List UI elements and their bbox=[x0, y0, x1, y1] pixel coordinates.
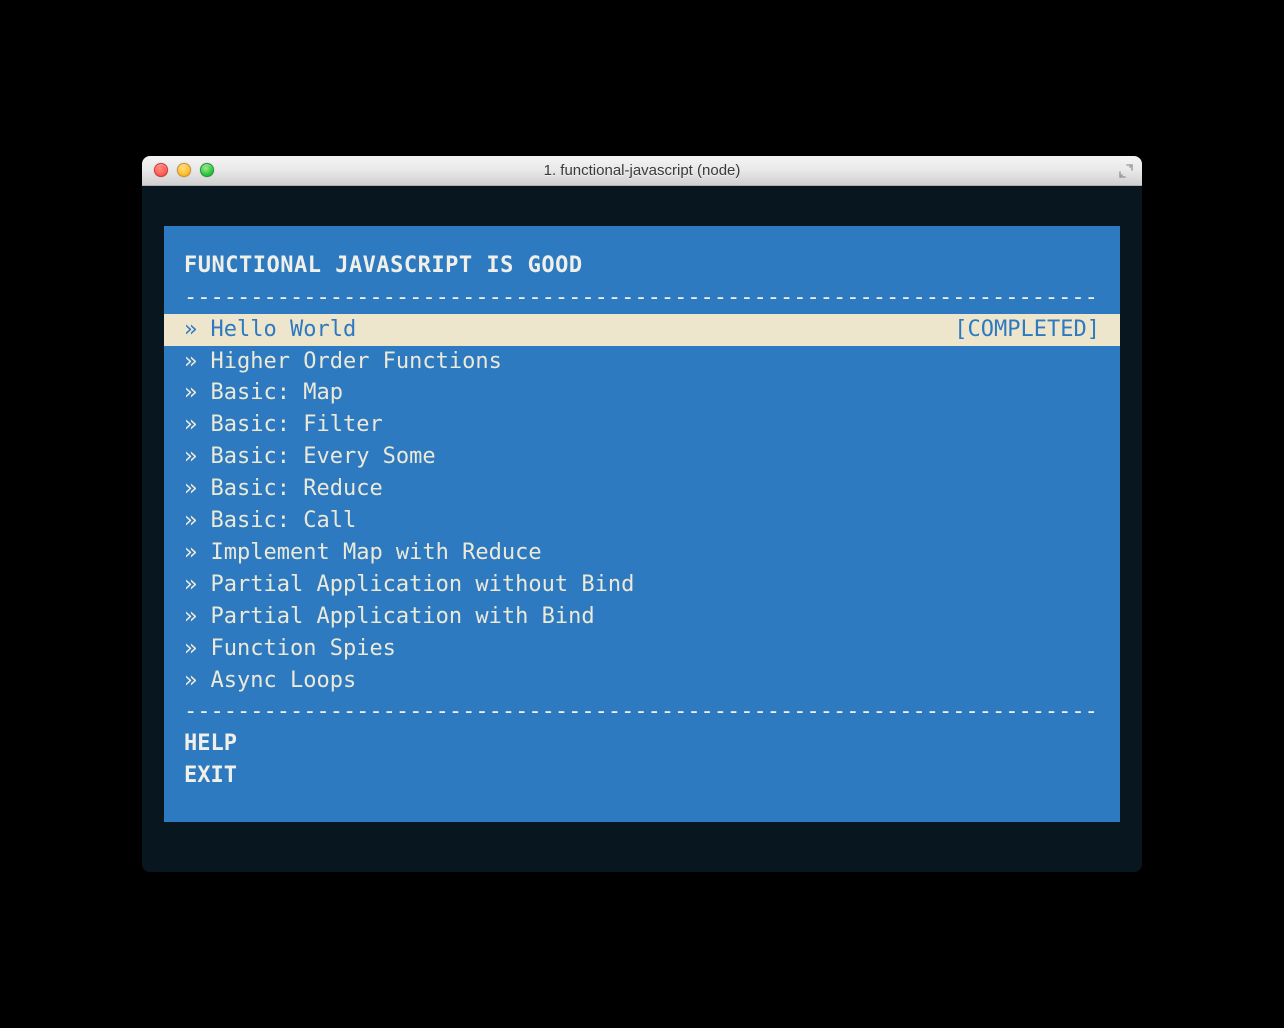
bullet-icon: » bbox=[184, 569, 211, 601]
bullet-icon: » bbox=[184, 665, 211, 697]
workshop-panel: FUNCTIONAL JAVASCRIPT IS GOOD ----------… bbox=[164, 226, 1120, 822]
exercise-item[interactable]: » Basic: Filter bbox=[164, 409, 1120, 441]
panel-heading: FUNCTIONAL JAVASCRIPT IS GOOD bbox=[184, 250, 1100, 282]
exercise-item[interactable]: » Hello World [COMPLETED] bbox=[164, 314, 1120, 346]
exercise-item[interactable]: » Partial Application without Bind bbox=[164, 569, 1120, 601]
exercise-item[interactable]: » Function Spies bbox=[164, 633, 1120, 665]
exercise-item[interactable]: » Partial Application with Bind bbox=[164, 601, 1120, 633]
exercise-label: Async Loops bbox=[211, 665, 357, 697]
exercise-item[interactable]: » Async Loops bbox=[164, 665, 1120, 697]
terminal-window: 1. functional-javascript (node) FUNCTION… bbox=[142, 156, 1142, 872]
bullet-icon: » bbox=[184, 537, 211, 569]
exercise-item[interactable]: » Basic: Call bbox=[164, 505, 1120, 537]
exercise-label: Partial Application without Bind bbox=[211, 569, 635, 601]
exercise-item[interactable]: » Basic: Map bbox=[164, 377, 1120, 409]
exercise-label: Basic: Call bbox=[211, 505, 357, 537]
exercise-label: Basic: Every Some bbox=[211, 441, 436, 473]
exercise-item[interactable]: » Basic: Every Some bbox=[164, 441, 1120, 473]
exercise-item[interactable]: » Higher Order Functions bbox=[164, 346, 1120, 378]
bullet-icon: » bbox=[184, 409, 211, 441]
divider-top: ----------------------------------------… bbox=[184, 282, 1100, 314]
close-icon[interactable] bbox=[154, 163, 168, 177]
exercise-label: Hello World bbox=[211, 314, 357, 346]
exercise-label: Implement Map with Reduce bbox=[211, 537, 542, 569]
help-button[interactable]: HELP bbox=[164, 728, 1120, 760]
exercise-label: Basic: Reduce bbox=[211, 473, 383, 505]
exercise-label: Higher Order Functions bbox=[211, 346, 502, 378]
exercise-menu: » Hello World[COMPLETED]» Higher Order F… bbox=[164, 314, 1120, 697]
titlebar[interactable]: 1. functional-javascript (node) bbox=[142, 156, 1142, 186]
exercise-label: Function Spies bbox=[211, 633, 396, 665]
exercise-label: Partial Application with Bind bbox=[211, 601, 595, 633]
bullet-icon: » bbox=[184, 377, 211, 409]
minimize-icon[interactable] bbox=[177, 163, 191, 177]
exercise-item[interactable]: » Basic: Reduce bbox=[164, 473, 1120, 505]
exit-button[interactable]: EXIT bbox=[164, 760, 1120, 792]
completed-badge: [COMPLETED] bbox=[954, 314, 1100, 346]
fullscreen-icon[interactable] bbox=[1118, 163, 1134, 179]
bullet-icon: » bbox=[184, 346, 211, 378]
divider-bottom: ----------------------------------------… bbox=[184, 696, 1100, 728]
zoom-icon[interactable] bbox=[200, 163, 214, 177]
exercise-item[interactable]: » Implement Map with Reduce bbox=[164, 537, 1120, 569]
exercise-label: Basic: Map bbox=[211, 377, 343, 409]
traffic-lights bbox=[142, 163, 214, 177]
bullet-icon: » bbox=[184, 601, 211, 633]
exercise-label: Basic: Filter bbox=[211, 409, 383, 441]
bullet-icon: » bbox=[184, 505, 211, 537]
bullet-icon: » bbox=[184, 633, 211, 665]
bullet-icon: » bbox=[184, 473, 211, 505]
bullet-icon: » bbox=[184, 314, 211, 346]
window-title: 1. functional-javascript (node) bbox=[142, 162, 1142, 179]
terminal-body: FUNCTIONAL JAVASCRIPT IS GOOD ----------… bbox=[142, 186, 1142, 872]
bullet-icon: » bbox=[184, 441, 211, 473]
